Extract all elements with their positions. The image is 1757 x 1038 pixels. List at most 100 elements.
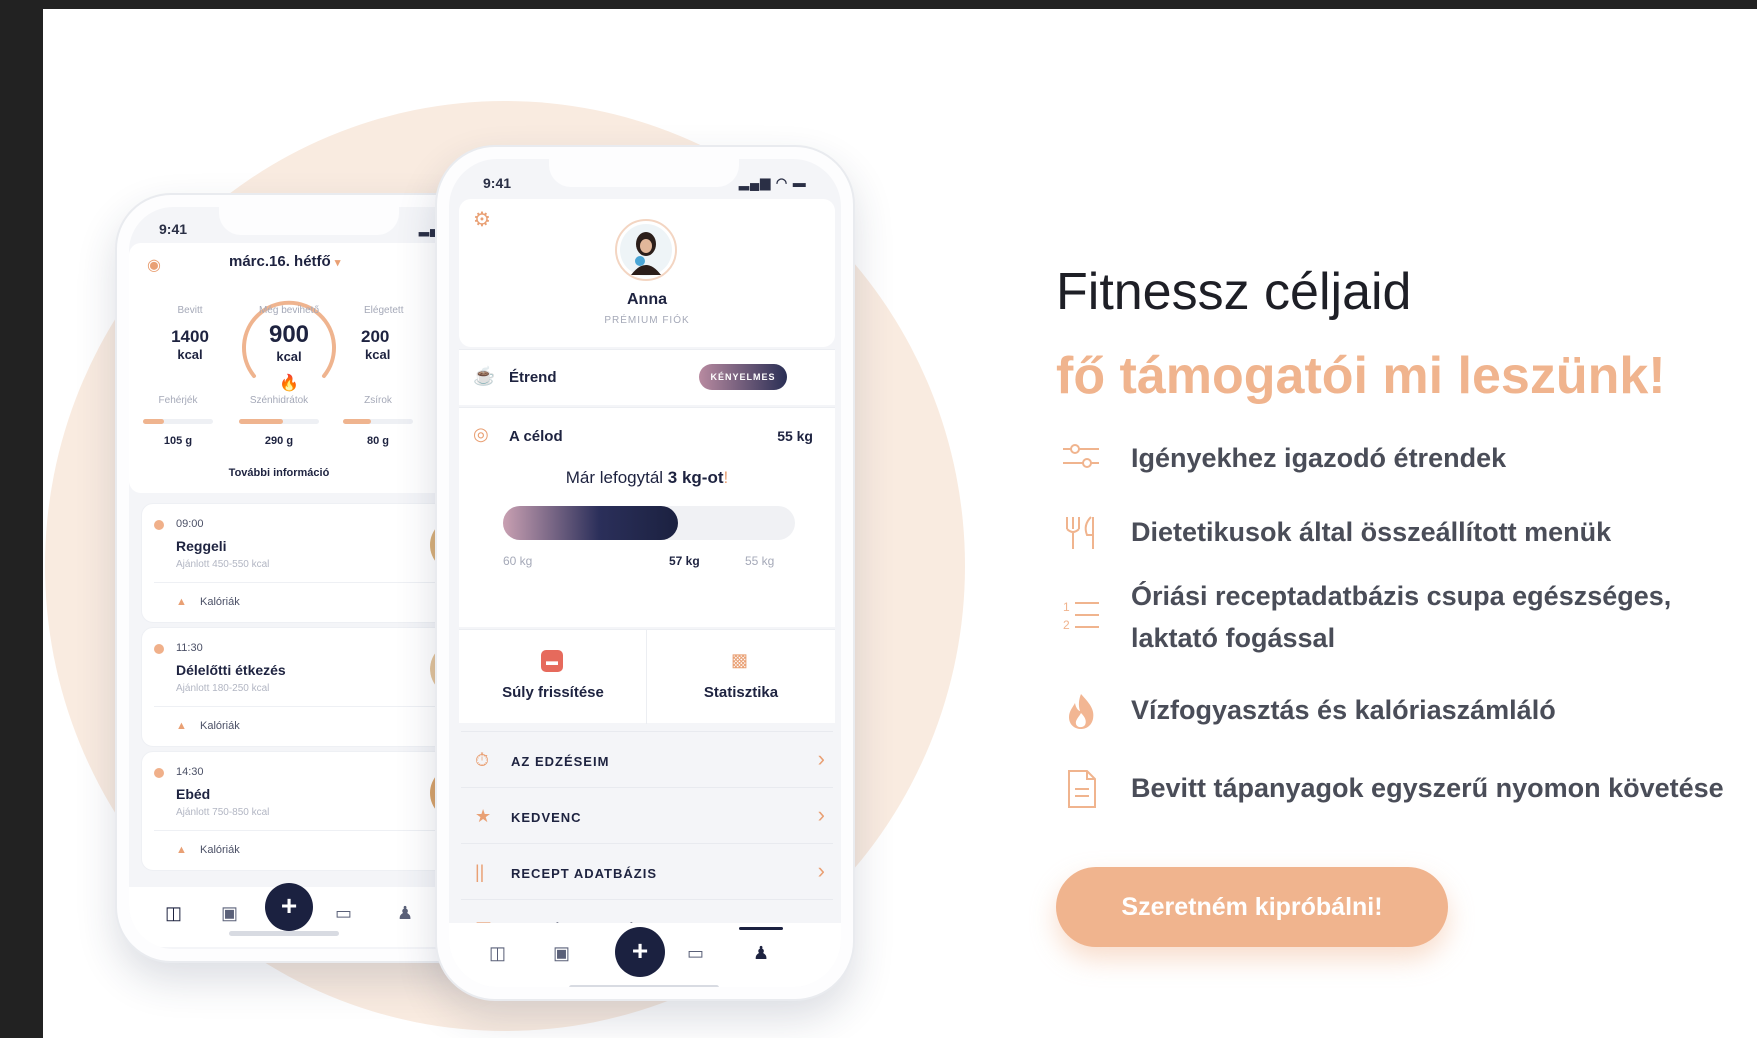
flame-icon: ▲ [176,720,187,732]
home-indicator [229,931,339,936]
target-weight: 55 kg [745,554,775,568]
date-selector[interactable]: márc.16. hétfő ▾ [229,253,340,270]
meal-card[interactable]: 14:30EbédAjánlott 750-850 kcal▲Kalóriák8… [141,751,485,871]
try-it-button[interactable]: Szeretném kipróbálni! [1056,867,1448,947]
macro-bar-track [343,419,413,424]
weight-progress-track [503,506,795,540]
meal-card[interactable]: 11:30 Délelőtti étkezés Ajánlott 180-250 k… [141,627,485,747]
remaining-label: Még bevihető [258,305,320,316]
update-weight-button[interactable]: ▬ Súly frissítése [459,630,647,724]
feature-item: Bevitt tápanyagok egyszerű nyomon követé… [1056,767,1756,809]
hero-title-line2: fő támogatói mi leszünk! [1056,347,1666,405]
svg-text:1: 1 [1063,600,1070,614]
phone-notch [549,159,739,187]
statistics-label: Statisztika [703,684,779,701]
burned-value: 200 [361,327,390,346]
menu-item[interactable]: ⏱ AZ EDZÉSEIM › [461,731,833,787]
goal-value: 55 kg [777,428,813,444]
profile-icon[interactable]: ♟ [397,903,413,924]
fork-knife-icon: || [475,862,485,882]
document-icon [1056,769,1106,816]
feature-item: Vízfogyasztás és kalóriaszámláló [1056,689,1756,731]
notes-icon[interactable]: ▭ [687,943,704,964]
chevron-right-icon: › [817,858,825,883]
meal-name: Reggeli [176,538,227,554]
add-button[interactable]: + [265,883,313,931]
macro-bar-fill [143,419,164,424]
profile-icon[interactable]: ♟ [753,943,769,964]
feature-text: Vízfogyasztás és kalóriaszámláló [1131,695,1556,725]
meal-dot [154,644,164,654]
stopwatch-icon: ⏱ [475,750,490,770]
chevron-down-icon: ▾ [334,257,341,269]
profile-card: ⚙ Anna PRÉMIUM FIÓK [459,199,835,347]
home-indicator [569,985,719,987]
chevron-right-icon: › [817,802,825,827]
macro-label: Zsírok [364,395,392,406]
recipes-icon[interactable]: ▣ [221,903,238,924]
notes-icon[interactable]: ▭ [335,903,352,924]
meal-time: 14:30 [176,766,204,778]
scale-icon: ▬ [541,650,563,672]
chevron-right-icon: › [817,746,825,771]
meal-time: 09:00 [176,518,204,530]
lost-value: 3 kg-ot [667,468,724,487]
macro-value: 290 g [264,435,294,447]
macro-value: 105 g [163,435,193,447]
bottom-nav: ◫ ▣ + ▭ ♟ [449,923,841,987]
diet-row[interactable]: ☕ Étrend KÉNYELMES [459,349,835,405]
flame-icon [1056,691,1106,738]
menu-item-label: KEDVENC [511,810,582,825]
signal-icon: ▂▄▆ ◠ ▬ [739,175,807,190]
meal-card[interactable]: 09:00 Reggeli Ajánlott 450-550 kcal ▲ Kalóri… [141,503,485,623]
intake-unit: kcal [177,347,203,362]
add-button[interactable]: + [615,927,665,977]
active-tab-indicator [739,927,783,930]
statistics-button[interactable]: ▩ Statisztika [647,630,835,724]
hero-title-line1: Fitnessz céljaid [1056,263,1412,321]
action-row: ▬ Súly frissítése ▩ Statisztika [459,629,835,724]
diary-icon[interactable]: ◫ [489,943,506,964]
weight-progress-fill [503,506,678,540]
remaining-unit: kcal [276,349,302,364]
lost-suffix: ! [723,468,729,487]
intake-value: 1400 [171,327,209,346]
more-info-link[interactable]: További információ [129,467,429,479]
meal-recommendation: Ajánlott 750-850 kcal [176,807,270,818]
account-type: PRÉMIUM FIÓK [604,315,690,326]
phone-notch [219,207,399,235]
feature-item: Dietetikusok által összeállított menük [1056,511,1756,553]
macro-bar-track [143,419,213,424]
menu-item-label: AZ EDZÉSEIM [511,754,610,769]
phone-screen-profile: 9:41 ▂▄▆ ◠ ▬ ⚙ Anna PRÉMIUM FIÓK ☕ Étren… [449,159,841,987]
target-icon: ◎ [473,424,489,444]
landing-page: 9:41 ▂▄▆ ◠ ◉ márc.16. hétfő ▾ 🔥 Bevitt 1… [43,9,1757,1038]
burned-label: Elégetett [364,305,404,316]
menu-item[interactable]: ★ KEDVENC › [461,787,833,843]
flame-icon: ▲ [176,596,187,608]
status-time: 9:41 [483,175,512,191]
diary-icon[interactable]: ◫ [165,903,182,924]
chat-icon[interactable]: ◉ [147,255,161,275]
current-weight: 57 kg [669,554,700,568]
meal-recommendation: Ajánlott 450-550 kcal [176,559,270,570]
feature-item: 1 2 Óriási receptadatbázis csupa egészsége… [1056,575,1756,659]
menu-item[interactable]: || RECEPT ADATBÁZIS › [461,843,833,899]
meal-time: 11:30 [176,642,203,654]
bowl-icon: ☕ [473,366,496,386]
macro-label: Fehérjék [158,395,198,406]
macro-bar-fill [239,419,283,424]
gear-icon[interactable]: ⚙ [473,207,491,232]
bottom-nav: ◫ ▣ + ▭ ♟ [129,883,485,947]
diet-badge[interactable]: KÉNYELMES [699,364,787,390]
meal-recommendation: Ajánlott 180-250 kcal [176,683,270,694]
flame-icon: ▲ [176,844,187,856]
meal-name: Ebéd [176,786,211,802]
calorie-summary-card: ◉ márc.16. hétfő ▾ 🔥 Bevitt 1400 kcal Mé… [129,243,485,493]
lost-prefix: Már lefogytál [565,468,668,487]
fork-knife-icon [1056,513,1106,560]
feature-text: Dietetikusok által összeállított menük [1131,517,1612,547]
recipes-icon[interactable]: ▣ [553,943,570,964]
date-label: márc.16. hétfő [229,253,331,270]
avatar[interactable] [615,219,677,281]
